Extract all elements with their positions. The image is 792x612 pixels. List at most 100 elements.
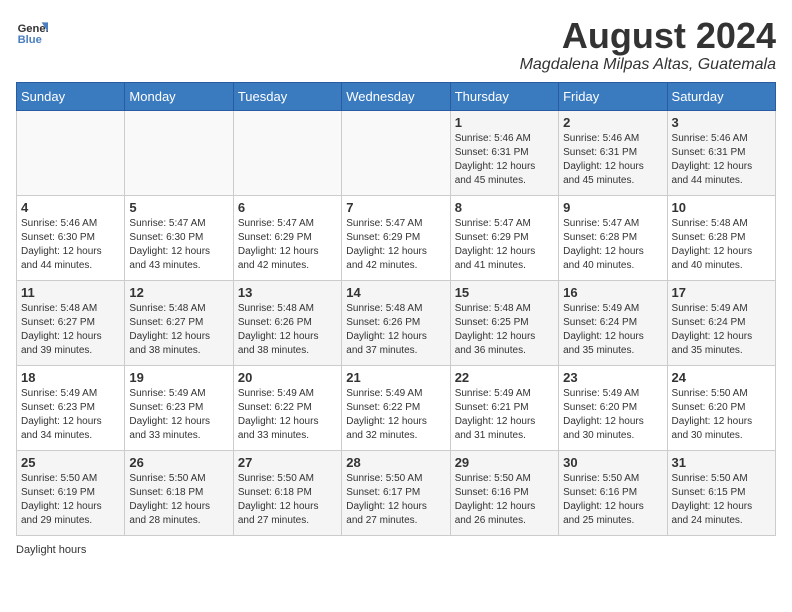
month-year: August 2024 bbox=[520, 16, 776, 56]
calendar-cell: 14Sunrise: 5:48 AM Sunset: 6:26 PM Dayli… bbox=[342, 280, 450, 365]
week-row-5: 25 Sunrise: 5:50 AM Sunset: 6:19 PM Dayli… bbox=[17, 450, 776, 535]
calendar-table: SundayMondayTuesdayWednesdayThursdayFrid… bbox=[16, 82, 776, 536]
calendar-cell: 4 Sunrise: 5:46 AM Sunset: 6:30 PM Daylig… bbox=[17, 195, 125, 280]
day-info: Sunrise: 5:50 AM Sunset: 6:18 PM Dayligh… bbox=[238, 472, 337, 528]
calendar-cell: 25 Sunrise: 5:50 AM Sunset: 6:19 PM Dayli… bbox=[17, 450, 125, 535]
day-header-saturday: Saturday bbox=[667, 82, 775, 110]
calendar-cell: 28 Sunrise: 5:50 AM Sunset: 6:17 PM Dayli… bbox=[342, 450, 450, 535]
day-number: 21 bbox=[346, 370, 445, 385]
day-number: 11 bbox=[21, 285, 120, 300]
calendar-cell: 22Sunrise: 5:49 AM Sunset: 6:21 PM Dayli… bbox=[450, 365, 558, 450]
location: Magdalena Milpas Altas, Guatemala bbox=[520, 56, 776, 74]
week-row-4: 18 Sunrise: 5:49 AM Sunset: 6:23 PM Dayli… bbox=[17, 365, 776, 450]
day-info: Sunrise: 5:48 AM Sunset: 6:27 PM Dayligh… bbox=[129, 302, 228, 358]
calendar-cell: 29 Sunrise: 5:50 AM Sunset: 6:16 PM Dayli… bbox=[450, 450, 558, 535]
day-header-wednesday: Wednesday bbox=[342, 82, 450, 110]
day-info: Sunrise: 5:49 AM Sunset: 6:23 PM Dayligh… bbox=[21, 387, 120, 443]
calendar-cell: 24 Sunrise: 5:50 AM Sunset: 6:20 PM Dayli… bbox=[667, 365, 775, 450]
calendar-cell: 11 Sunrise: 5:48 AM Sunset: 6:27 PM Dayli… bbox=[17, 280, 125, 365]
calendar-cell: 21 Sunrise: 5:49 AM Sunset: 6:22 PM Dayli… bbox=[342, 365, 450, 450]
day-number: 4 bbox=[21, 200, 120, 215]
calendar-cell bbox=[233, 110, 341, 195]
day-number: 31 bbox=[672, 455, 771, 470]
calendar-cell: 26 Sunrise: 5:50 AM Sunset: 6:18 PM Dayli… bbox=[125, 450, 233, 535]
day-number: 28 bbox=[346, 455, 445, 470]
calendar-cell: 16Sunrise: 5:49 AM Sunset: 6:24 PM Dayli… bbox=[559, 280, 667, 365]
day-info: Sunrise: 5:47 AM Sunset: 6:30 PM Dayligh… bbox=[129, 217, 228, 273]
day-number: 29 bbox=[455, 455, 554, 470]
day-info: Sunrise: 5:50 AM Sunset: 6:18 PM Dayligh… bbox=[129, 472, 228, 528]
calendar-cell bbox=[17, 110, 125, 195]
calendar-cell: 6 Sunrise: 5:47 AM Sunset: 6:29 PM Daylig… bbox=[233, 195, 341, 280]
day-info: Sunrise: 5:49 AM Sunset: 6:20 PM Dayligh… bbox=[563, 387, 662, 443]
logo-icon: General Blue bbox=[16, 16, 48, 48]
calendar-cell: 30 Sunrise: 5:50 AM Sunset: 6:16 PM Dayli… bbox=[559, 450, 667, 535]
calendar-cell: 8 Sunrise: 5:47 AM Sunset: 6:29 PM Daylig… bbox=[450, 195, 558, 280]
day-number: 30 bbox=[563, 455, 662, 470]
day-number: 20 bbox=[238, 370, 337, 385]
calendar-cell: 20 Sunrise: 5:49 AM Sunset: 6:22 PM Dayli… bbox=[233, 365, 341, 450]
day-header-thursday: Thursday bbox=[450, 82, 558, 110]
calendar-cell: 10 Sunrise: 5:48 AM Sunset: 6:28 PM Dayli… bbox=[667, 195, 775, 280]
day-number: 18 bbox=[21, 370, 120, 385]
day-info: Sunrise: 5:47 AM Sunset: 6:29 PM Dayligh… bbox=[346, 217, 445, 273]
calendar-header: SundayMondayTuesdayWednesdayThursdayFrid… bbox=[17, 82, 776, 110]
day-info: Sunrise: 5:50 AM Sunset: 6:20 PM Dayligh… bbox=[672, 387, 771, 443]
header-row: SundayMondayTuesdayWednesdayThursdayFrid… bbox=[17, 82, 776, 110]
day-number: 24 bbox=[672, 370, 771, 385]
calendar-cell: 12Sunrise: 5:48 AM Sunset: 6:27 PM Dayli… bbox=[125, 280, 233, 365]
day-number: 27 bbox=[238, 455, 337, 470]
week-row-1: 1 Sunrise: 5:46 AM Sunset: 6:31 PM Daylig… bbox=[17, 110, 776, 195]
calendar-cell bbox=[125, 110, 233, 195]
calendar-cell: 19Sunrise: 5:49 AM Sunset: 6:23 PM Dayli… bbox=[125, 365, 233, 450]
day-number: 22 bbox=[455, 370, 554, 385]
day-info: Sunrise: 5:46 AM Sunset: 6:31 PM Dayligh… bbox=[672, 132, 771, 188]
day-info: Sunrise: 5:47 AM Sunset: 6:28 PM Dayligh… bbox=[563, 217, 662, 273]
title-block: August 2024 Magdalena Milpas Altas, Guat… bbox=[520, 16, 776, 74]
day-header-sunday: Sunday bbox=[17, 82, 125, 110]
day-info: Sunrise: 5:50 AM Sunset: 6:16 PM Dayligh… bbox=[563, 472, 662, 528]
daylight-hours-label: Daylight hours bbox=[16, 544, 86, 556]
calendar-cell: 3Sunrise: 5:46 AM Sunset: 6:31 PM Daylig… bbox=[667, 110, 775, 195]
day-info: Sunrise: 5:48 AM Sunset: 6:27 PM Dayligh… bbox=[21, 302, 120, 358]
day-number: 8 bbox=[455, 200, 554, 215]
day-info: Sunrise: 5:49 AM Sunset: 6:22 PM Dayligh… bbox=[346, 387, 445, 443]
footer: Daylight hours bbox=[16, 544, 776, 556]
day-info: Sunrise: 5:50 AM Sunset: 6:16 PM Dayligh… bbox=[455, 472, 554, 528]
day-info: Sunrise: 5:50 AM Sunset: 6:19 PM Dayligh… bbox=[21, 472, 120, 528]
calendar-cell bbox=[342, 110, 450, 195]
day-info: Sunrise: 5:50 AM Sunset: 6:15 PM Dayligh… bbox=[672, 472, 771, 528]
week-row-3: 11 Sunrise: 5:48 AM Sunset: 6:27 PM Dayli… bbox=[17, 280, 776, 365]
day-header-tuesday: Tuesday bbox=[233, 82, 341, 110]
day-info: Sunrise: 5:48 AM Sunset: 6:25 PM Dayligh… bbox=[455, 302, 554, 358]
day-number: 5 bbox=[129, 200, 228, 215]
day-info: Sunrise: 5:47 AM Sunset: 6:29 PM Dayligh… bbox=[455, 217, 554, 273]
day-number: 7 bbox=[346, 200, 445, 215]
day-number: 25 bbox=[21, 455, 120, 470]
day-number: 26 bbox=[129, 455, 228, 470]
day-info: Sunrise: 5:48 AM Sunset: 6:28 PM Dayligh… bbox=[672, 217, 771, 273]
day-info: Sunrise: 5:48 AM Sunset: 6:26 PM Dayligh… bbox=[346, 302, 445, 358]
calendar-cell: 9Sunrise: 5:47 AM Sunset: 6:28 PM Daylig… bbox=[559, 195, 667, 280]
calendar-cell: 7 Sunrise: 5:47 AM Sunset: 6:29 PM Daylig… bbox=[342, 195, 450, 280]
day-number: 10 bbox=[672, 200, 771, 215]
day-info: Sunrise: 5:49 AM Sunset: 6:22 PM Dayligh… bbox=[238, 387, 337, 443]
svg-text:Blue: Blue bbox=[18, 34, 42, 46]
calendar-cell: 15Sunrise: 5:48 AM Sunset: 6:25 PM Dayli… bbox=[450, 280, 558, 365]
calendar-cell: 31 Sunrise: 5:50 AM Sunset: 6:15 PM Dayli… bbox=[667, 450, 775, 535]
day-info: Sunrise: 5:47 AM Sunset: 6:29 PM Dayligh… bbox=[238, 217, 337, 273]
calendar-cell: 13Sunrise: 5:48 AM Sunset: 6:26 PM Dayli… bbox=[233, 280, 341, 365]
day-info: Sunrise: 5:46 AM Sunset: 6:30 PM Dayligh… bbox=[21, 217, 120, 273]
day-number: 6 bbox=[238, 200, 337, 215]
day-info: Sunrise: 5:48 AM Sunset: 6:26 PM Dayligh… bbox=[238, 302, 337, 358]
day-number: 1 bbox=[455, 115, 554, 130]
day-header-friday: Friday bbox=[559, 82, 667, 110]
calendar-cell: 17Sunrise: 5:49 AM Sunset: 6:24 PM Dayli… bbox=[667, 280, 775, 365]
logo: General Blue bbox=[16, 16, 48, 48]
day-header-monday: Monday bbox=[125, 82, 233, 110]
week-row-2: 4 Sunrise: 5:46 AM Sunset: 6:30 PM Daylig… bbox=[17, 195, 776, 280]
day-info: Sunrise: 5:50 AM Sunset: 6:17 PM Dayligh… bbox=[346, 472, 445, 528]
day-number: 2 bbox=[563, 115, 662, 130]
calendar-cell: 2Sunrise: 5:46 AM Sunset: 6:31 PM Daylig… bbox=[559, 110, 667, 195]
calendar-cell: 1Sunrise: 5:46 AM Sunset: 6:31 PM Daylig… bbox=[450, 110, 558, 195]
